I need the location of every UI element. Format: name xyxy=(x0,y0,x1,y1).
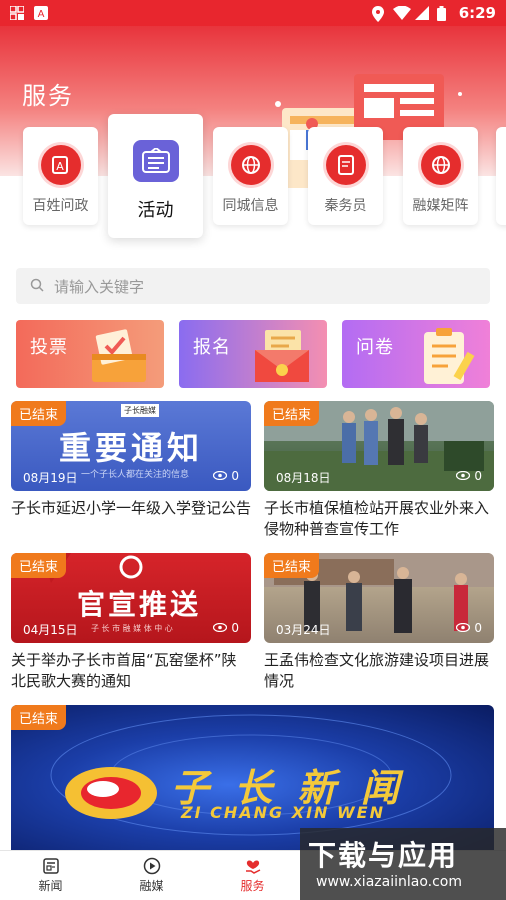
ballot-box-icon xyxy=(92,329,146,382)
eye-icon xyxy=(213,621,228,635)
vote-banner[interactable]: 投票 xyxy=(16,320,164,388)
clipboard-icon xyxy=(424,328,475,384)
service-label: 百姓问政 xyxy=(32,198,89,214)
view-count-value: 0 xyxy=(474,621,482,635)
eye-icon xyxy=(456,621,471,635)
watermark: 下载与应用 www.xiazaiinlao.com xyxy=(300,828,506,900)
signup-banner[interactable]: 报名 xyxy=(179,320,327,388)
view-count: 0 xyxy=(456,469,482,483)
view-count-value: 0 xyxy=(231,621,239,635)
page: A 6:29 服务 A 百姓问政 活动 同城信息 秦务员 融媒矩阵 请输入关键字… xyxy=(0,0,506,900)
image-subtitle: 一个子长人都在关注的信息 xyxy=(81,470,190,480)
activity-title: 子长市植保植检站开展农业外来入侵物种普查宣传工作 xyxy=(264,499,490,538)
wifi-icon xyxy=(392,5,411,20)
eye-icon xyxy=(456,469,471,483)
play-icon xyxy=(143,857,161,875)
activity-title: 关于举办子长市首届“瓦窑堡杯”陕北民歌大赛的通知 xyxy=(11,651,237,690)
svg-text:A: A xyxy=(38,9,45,20)
activity-title: 子长市延迟小学一年级入学登记公告 xyxy=(11,499,252,517)
status-badge: 已结束 xyxy=(11,401,67,426)
ask-icon: A xyxy=(40,145,81,185)
nav-label: 融媒 xyxy=(139,879,164,893)
status-badge: 已结束 xyxy=(264,401,320,426)
globe-icon xyxy=(420,145,461,185)
activity-card[interactable]: 官宣推送 子 长 市 融 媒 体 中 心 已结束 04月15日 0 关于举办子长… xyxy=(11,553,251,699)
nav-item-news[interactable]: 新闻 xyxy=(0,851,101,900)
eye-icon xyxy=(213,469,228,483)
service-card-media-matrix[interactable]: 融媒矩阵 xyxy=(403,127,478,225)
service-cards: A 百姓问政 活动 同城信息 秦务员 融媒矩阵 xyxy=(0,114,506,240)
page-title: 服务 xyxy=(22,82,74,110)
view-count: 0 xyxy=(456,621,482,635)
heart-hand-icon xyxy=(244,857,262,875)
watermark-text: 下载与应用 xyxy=(308,839,459,872)
activity-title: 王孟伟检查文化旅游建设项目进展情况 xyxy=(264,651,490,690)
image-headline: 重要通知 xyxy=(59,429,204,467)
service-card-local-info[interactable]: 同城信息 xyxy=(213,127,288,225)
nav-label: 服务 xyxy=(240,879,265,893)
status-badge: 已结束 xyxy=(11,705,67,730)
globe-icon xyxy=(230,145,271,185)
view-count-value: 0 xyxy=(231,469,239,483)
activity-date: 08月19日 xyxy=(23,471,78,485)
image-subtitle: 子 长 市 融 媒 体 中 心 xyxy=(91,624,173,633)
search-placeholder: 请输入关键字 xyxy=(54,277,145,296)
image-tag: 子长融媒 xyxy=(121,404,159,417)
activity-date: 03月24日 xyxy=(276,623,331,637)
activity-card[interactable]: 已结束 03月24日 0 王孟伟检查文化旅游建设项目进展情况 xyxy=(264,553,494,699)
service-card-ask[interactable]: A 百姓问政 xyxy=(23,127,98,225)
status-badge: 已结束 xyxy=(264,553,320,578)
view-count: 0 xyxy=(213,621,239,635)
service-label: 秦务员 xyxy=(324,198,367,214)
nav-item-services[interactable]: 服务 xyxy=(202,851,303,900)
activity-date: 04月15日 xyxy=(23,623,78,637)
nav-item-media[interactable]: 融媒 xyxy=(101,851,202,900)
activity-date: 08月18日 xyxy=(276,471,331,485)
svg-text:A: A xyxy=(56,160,64,173)
service-label: 同城信息 xyxy=(222,198,279,214)
watermark-url: www.xiazaiinlao.com xyxy=(316,874,462,890)
news-icon xyxy=(42,857,60,875)
search-icon xyxy=(30,277,44,296)
image-subtitle: ZI CHANG XIN WEN xyxy=(181,803,385,822)
survey-label: 问卷 xyxy=(356,337,394,358)
service-card-partial[interactable] xyxy=(496,127,506,225)
signal-icon xyxy=(414,6,429,20)
vote-label: 投票 xyxy=(30,337,68,358)
view-count-value: 0 xyxy=(474,469,482,483)
status-bar: A 6:29 xyxy=(0,0,506,26)
grid-icon xyxy=(9,5,25,21)
location-icon xyxy=(371,6,385,22)
view-count: 0 xyxy=(213,469,239,483)
envelope-icon xyxy=(255,330,309,382)
activity-card[interactable]: 子长融媒 重要通知 一个子长人都在关注的信息 已结束 08月19日 0 子长市延… xyxy=(11,401,251,547)
app-a-icon: A xyxy=(34,6,48,20)
service-label: 活动 xyxy=(137,200,174,221)
image-headline: 官宣推送 xyxy=(77,588,202,621)
activity-card[interactable]: 已结束 08月18日 0 子长市植保植检站开展农业外来入侵物种普查宣传工作 xyxy=(264,401,494,547)
battery-icon xyxy=(436,6,451,21)
status-time: 6:29 xyxy=(458,4,496,22)
search-input[interactable]: 请输入关键字 xyxy=(16,268,490,304)
survey-banner[interactable]: 问卷 xyxy=(342,320,490,388)
signup-label: 报名 xyxy=(193,337,231,358)
activity-icon xyxy=(132,140,179,182)
status-badge: 已结束 xyxy=(11,553,67,578)
service-label: 融媒矩阵 xyxy=(412,198,469,214)
service-card-activity[interactable]: 活动 xyxy=(108,114,203,238)
document-icon xyxy=(325,145,366,185)
service-card-qinwuyuan[interactable]: 秦务员 xyxy=(308,127,383,225)
nav-label: 新闻 xyxy=(38,879,63,893)
